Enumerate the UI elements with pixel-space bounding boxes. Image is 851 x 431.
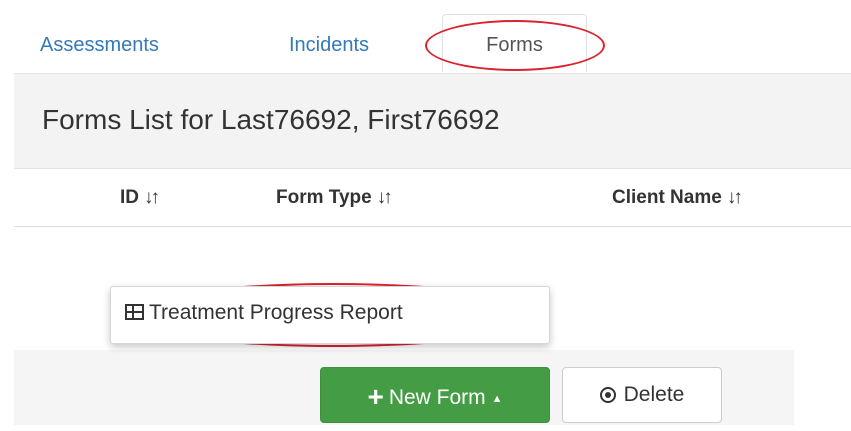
column-header-form-type[interactable]: Form Type ↓↑: [276, 187, 393, 209]
circle-dot-icon: [599, 387, 616, 403]
delete-button[interactable]: Delete: [562, 367, 722, 423]
column-header-label: Form Type: [276, 187, 372, 208]
panel-header: Forms List for Last76692, First76692: [14, 73, 851, 169]
tab-assessments[interactable]: Assessments: [40, 26, 159, 64]
sort-icon: ↓↑: [376, 187, 393, 208]
column-header-id[interactable]: ID ↓↑: [120, 187, 160, 209]
caret-up-icon: ▲: [491, 393, 503, 405]
new-form-button[interactable]: + New Form ▲: [320, 367, 550, 423]
form-icon: [125, 304, 144, 320]
column-header-label: ID: [120, 187, 139, 208]
menu-item-label: Treatment Progress Report: [149, 301, 403, 324]
table-header: ID ↓↑ Form Type ↓↑ Client Name ↓↑: [14, 169, 851, 227]
sort-icon: ↓↑: [144, 187, 160, 208]
column-header-client-name[interactable]: Client Name ↓↑: [612, 187, 743, 209]
delete-label: Delete: [623, 383, 685, 406]
new-form-label: New Form: [388, 386, 486, 409]
sort-icon: ↓↑: [726, 187, 743, 208]
tab-bar: Assessments Incidents Forms: [0, 0, 851, 72]
menu-item-treatment-progress-report[interactable]: Treatment Progress Report: [125, 301, 403, 325]
tab-forms[interactable]: Forms: [442, 14, 587, 72]
page-title: Forms List for Last76692, First76692: [42, 104, 500, 135]
new-form-dropdown-menu: Treatment Progress Report: [110, 286, 550, 344]
column-header-label: Client Name: [612, 187, 722, 208]
tab-incidents[interactable]: Incidents: [289, 26, 369, 64]
plus-icon: +: [367, 381, 384, 412]
